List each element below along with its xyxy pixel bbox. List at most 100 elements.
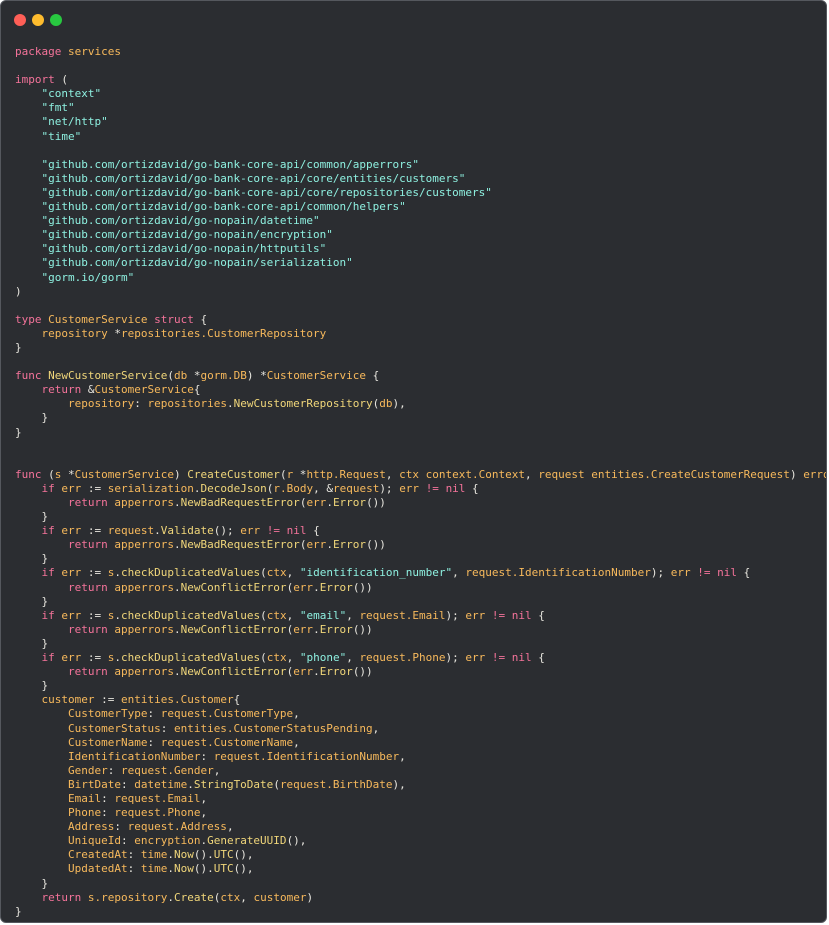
code-token: . [313,622,320,636]
code-token: != [266,524,280,538]
code-token: : [101,791,115,805]
code-token: BirtDate [67,777,121,791]
code-token: : [147,707,161,721]
code-token: apperrors [114,538,174,552]
code-token: err [61,651,82,665]
code-line: type CustomerService struct { [15,312,826,327]
code-token: . [187,777,194,791]
code-token: (). [193,862,214,876]
code-token: } [15,340,22,354]
code-token: checkDuplicatedValues [121,608,261,622]
code-line: } [15,636,826,651]
code-token: err [399,481,420,495]
code-line: repository *repositories.CustomerReposit… [15,326,826,341]
code-token: ( [54,73,68,87]
code-token: nil [717,566,737,580]
code-token: GenerateUUID [207,834,287,848]
code-token: "github.com/ortizdavid/go-nopain/httputi… [41,242,327,256]
code-token: , [293,707,300,721]
code-token: "github.com/ortizdavid/go-bank-core-api/… [41,157,420,171]
code-token: , & [313,481,333,495]
code-token: db [379,397,393,411]
code-token: request.Gender [120,763,214,777]
maximize-window-button[interactable] [50,14,62,26]
code-editor[interactable]: package services import ( "context" "fmt… [15,45,826,919]
code-token: func [15,467,42,481]
code-token: Validate [160,524,214,538]
code-token: "context" [41,87,102,101]
code-line: return apperrors.NewBadRequestError(err.… [15,538,826,552]
code-token: * [61,467,75,481]
code-token: : [120,834,135,848]
code-token: StringToDate [193,777,274,791]
code-token: Error [332,538,367,552]
code-line: return &CustomerService{ [15,383,826,397]
code-line: "github.com/ortizdavid/go-bank-core-api/… [15,186,826,200]
code-token: . [167,862,174,876]
code-token: datetime [134,777,188,791]
code-token: Phone [67,806,102,820]
code-token: err [293,622,314,636]
code-line: "github.com/ortizdavid/go-nopain/datetim… [15,214,826,228]
code-token: struct [154,312,194,326]
close-window-button[interactable] [14,14,26,26]
code-token: != [491,608,506,622]
code-token: : [147,735,161,749]
code-token: "fmt" [41,101,75,115]
code-token: entities.CreateCustomerRequest [591,467,790,481]
code-line: Address: request.Address, [15,820,826,834]
code-token: apperrors [114,580,174,594]
code-token: ()) [352,580,373,594]
code-token: , [452,566,466,580]
code-token: "gorm.io/gorm" [41,270,135,284]
code-token: CustomerService [74,467,174,481]
code-token: request.Address [127,820,227,834]
code-token: repository [41,326,108,340]
code-token: "github.com/ortizdavid/go-nopain/encrypt… [41,228,333,242]
code-token: } [15,636,49,650]
code-token: "time" [41,129,82,143]
code-token: Error [319,580,353,594]
code-token: services [67,45,121,58]
code-token: Error [319,622,353,636]
code-token: checkDuplicatedValues [121,566,261,580]
code-token: CustomerService [266,369,367,383]
code-token: nil [511,651,532,665]
code-token: : [160,721,174,735]
code-token: request.Phone [359,651,446,665]
code-token: , [385,467,400,481]
code-token: { [193,312,208,326]
minimize-window-button[interactable] [32,14,44,26]
code-token: { [306,524,320,538]
code-token: * [293,467,307,481]
code-token: ) [306,890,314,904]
code-token: } [15,411,49,425]
code-token: NewCustomerService [48,369,168,383]
code-token: , [399,749,406,763]
code-token: ctx [399,467,420,481]
code-token: request.BirthDate [279,777,393,791]
code-token: "github.com/ortizdavid/go-nopain/seriali… [41,256,353,270]
code-token: . [167,848,174,862]
code-line: "time" [15,129,826,144]
code-token: (), [233,862,254,876]
code-line: CustomerStatus: entities.CustomerStatusP… [15,721,826,736]
code-token: . [313,665,320,679]
